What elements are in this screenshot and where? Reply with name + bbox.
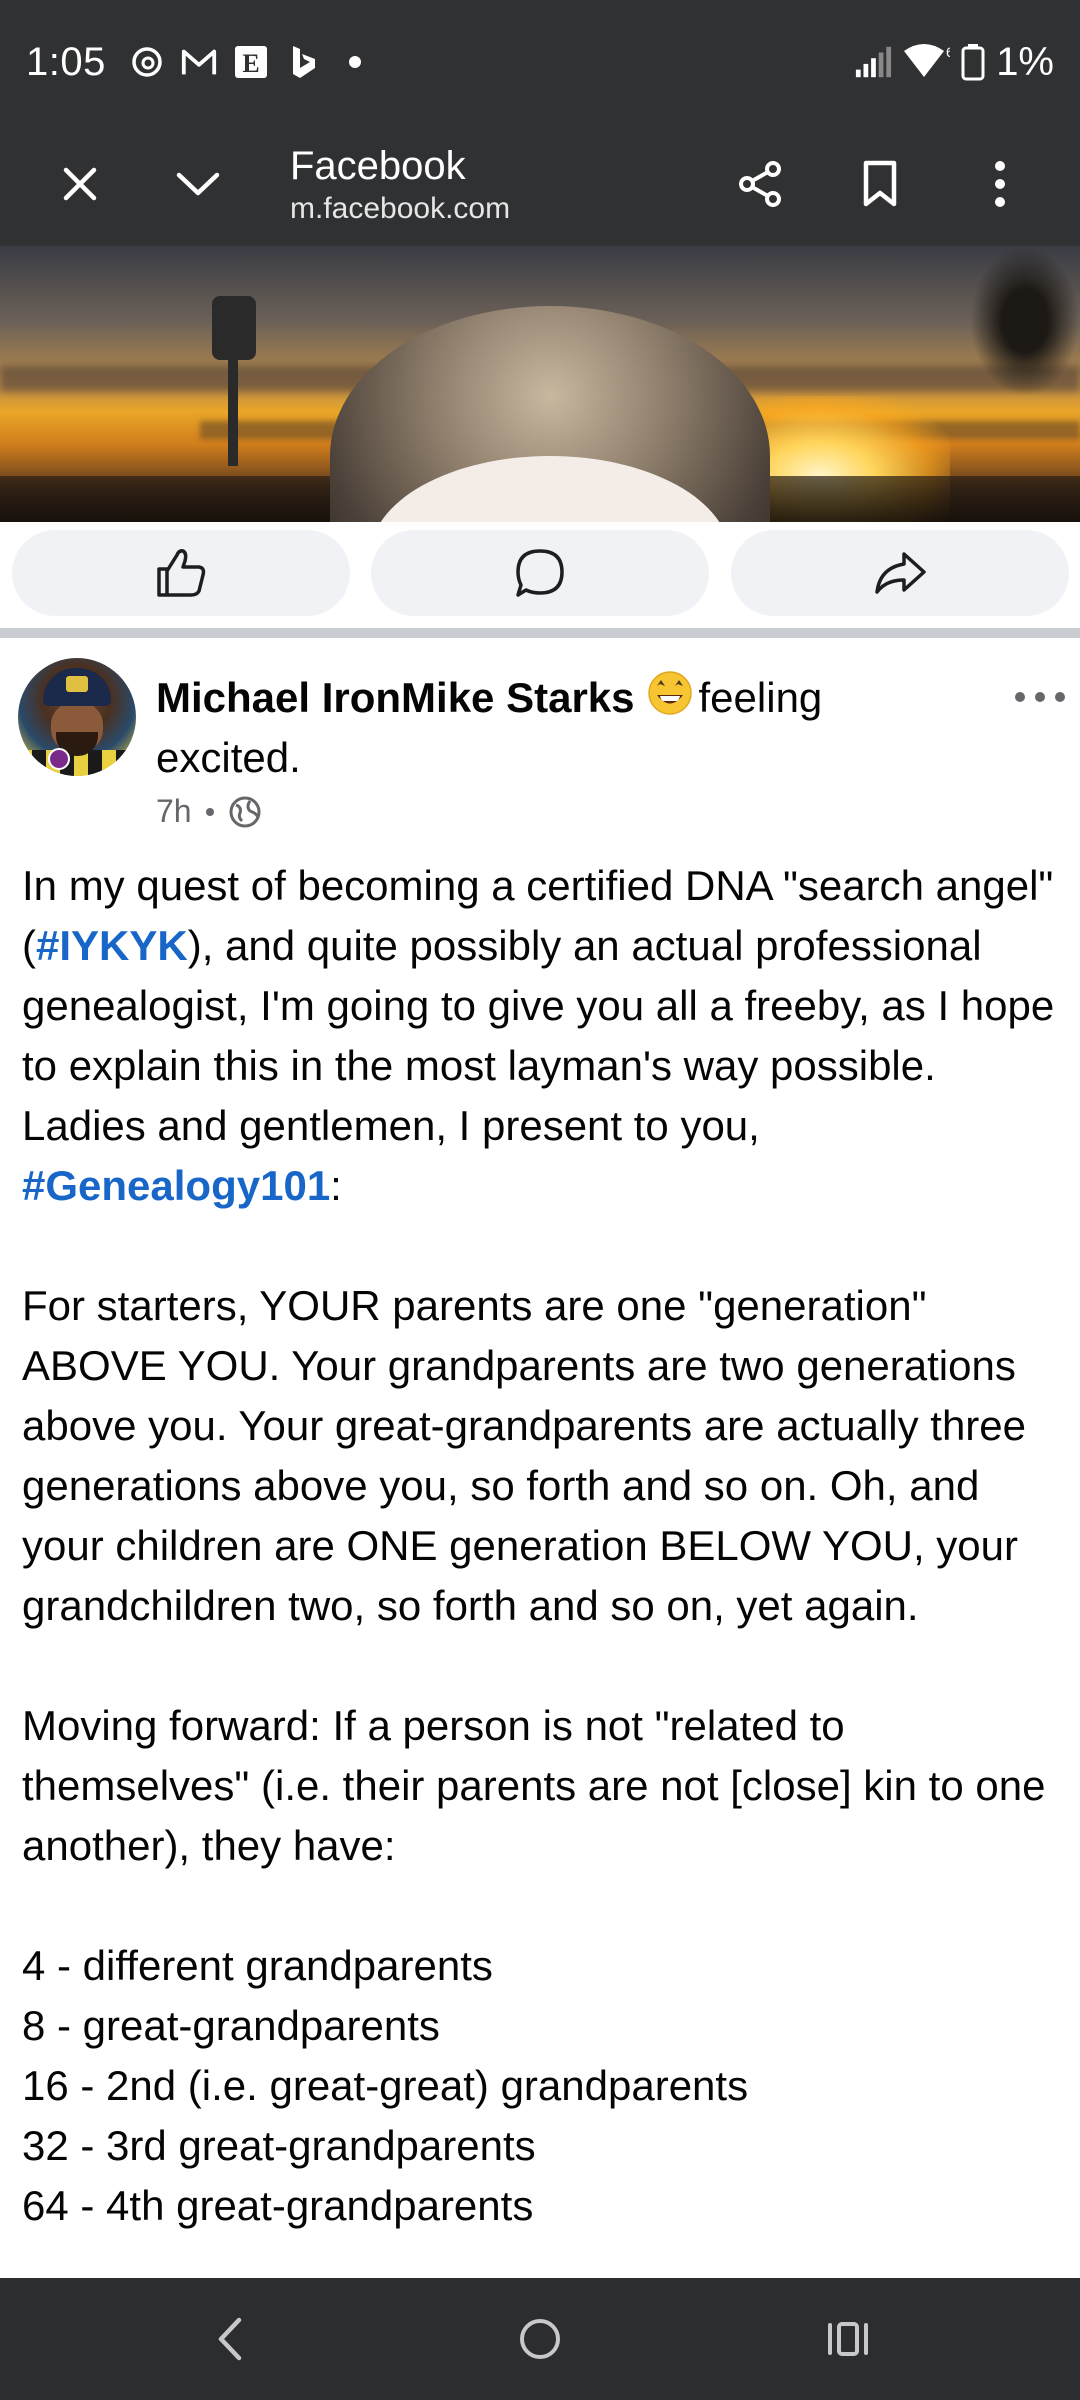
post-paragraph-2: For starters, YOUR parents are one "gene… <box>22 1282 1027 1629</box>
feeling-label: feeling <box>698 674 823 721</box>
globe-icon <box>229 796 261 827</box>
wifi-icon: 6 <box>902 43 950 81</box>
status-bar: 1:05 E 6 1% <box>0 0 1080 124</box>
list-item: 8 - great-grandparents <box>22 2002 440 2049</box>
hashtag-genealogy101[interactable]: #Genealogy101 <box>22 1162 330 1209</box>
close-icon <box>63 167 97 201</box>
post-header: Michael IronMike Starks feeling excited. … <box>0 638 1080 838</box>
svg-text:E: E <box>242 49 259 78</box>
bing-icon <box>284 43 322 81</box>
share-button[interactable] <box>731 530 1069 616</box>
list-item: 32 - 3rd great-grandparents <box>22 2122 536 2169</box>
post-action-bar <box>0 522 1080 632</box>
share-icon <box>739 161 781 207</box>
page-title: Facebook <box>290 144 466 188</box>
chevron-down-icon <box>176 172 220 196</box>
recents-icon <box>828 2322 868 2356</box>
post-time[interactable]: 7h <box>156 793 192 830</box>
wifi-6-label: 6 <box>946 44 950 60</box>
gmail-icon <box>180 43 218 81</box>
post-image[interactable] <box>0 246 1080 522</box>
page-url: m.facebook.com <box>290 192 511 225</box>
battery-icon <box>960 43 986 81</box>
post-paragraph-3: Moving forward: If a person is not "rela… <box>22 1702 1046 1869</box>
list-item: 16 - 2nd (i.e. great-great) grandparents <box>22 2062 749 2109</box>
home-button[interactable] <box>500 2299 580 2379</box>
share-arrow-icon <box>875 552 926 594</box>
share-page-button[interactable] <box>720 144 800 224</box>
comment-button[interactable] <box>371 530 709 616</box>
bookmark-icon <box>863 160 897 207</box>
author-name[interactable]: Michael IronMike Starks <box>156 674 635 721</box>
list-item: 4 - different grandparents <box>22 1942 493 1989</box>
list-item: 64 - 4th great-grandparents <box>22 2182 534 2229</box>
more-options-button[interactable] <box>960 144 1040 224</box>
threads-icon <box>128 43 166 81</box>
cell-signal-icon <box>854 43 892 81</box>
meta-separator <box>205 807 214 816</box>
avatar[interactable] <box>18 658 136 776</box>
close-tab-button[interactable] <box>40 144 120 224</box>
back-button[interactable] <box>190 2299 270 2379</box>
author-line: Michael IronMike Starks feeling excited. <box>156 668 976 788</box>
thumbs-up-icon <box>157 549 206 597</box>
minimize-tab-button[interactable] <box>158 144 238 224</box>
post-meta: 7h <box>156 793 262 830</box>
bookmark-button[interactable] <box>840 144 920 224</box>
feeling-word: excited. <box>156 734 301 781</box>
more-vertical-icon <box>995 161 1005 207</box>
hashtag-iykyk[interactable]: #IYKYK <box>36 922 188 969</box>
notification-dot-icon <box>336 43 374 81</box>
like-button[interactable] <box>12 530 350 616</box>
navigation-bar <box>0 2278 1080 2400</box>
post-body: In my quest of becoming a certified DNA … <box>22 856 1062 2276</box>
excited-emoji-icon <box>647 671 692 715</box>
post-paragraph-1: In my quest of becoming a certified DNA … <box>22 862 1055 1209</box>
status-time: 1:05 <box>26 39 106 84</box>
home-icon <box>520 2319 560 2359</box>
etsy-icon: E <box>232 43 270 81</box>
more-horizontal-icon <box>1015 692 1065 702</box>
feed-separator <box>0 628 1080 638</box>
post-options-button[interactable] <box>1010 682 1070 712</box>
recents-button[interactable] <box>808 2299 888 2379</box>
comment-icon <box>516 549 564 597</box>
battery-percent: 1% <box>996 39 1054 84</box>
back-icon <box>218 2317 242 2361</box>
tab-title-area[interactable]: Facebook m.facebook.com <box>290 124 510 246</box>
custom-tab-toolbar: Facebook m.facebook.com <box>0 124 1080 246</box>
